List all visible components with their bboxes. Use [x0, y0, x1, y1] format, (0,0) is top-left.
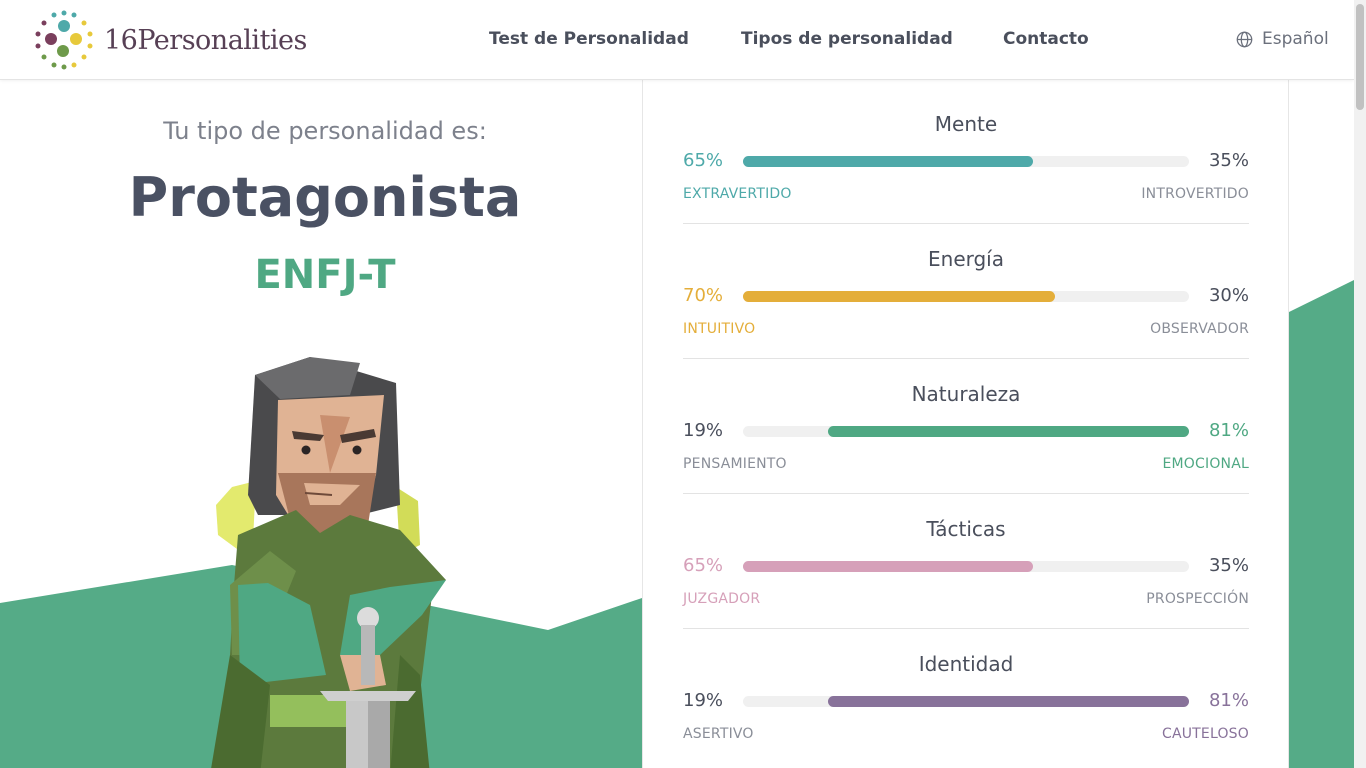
- trait-bar: [743, 156, 1189, 167]
- trait-right-percent: 81%: [1208, 690, 1249, 711]
- trait-left-label: INTUITIVO: [683, 321, 756, 337]
- trait-bar-fill: [743, 561, 1033, 572]
- trait-title: Energía: [928, 247, 1004, 271]
- logo-dots-icon: [35, 10, 93, 70]
- result-section: Tu tipo de personalidad es: Protagonista…: [0, 80, 642, 768]
- trait-nature: Naturaleza 19% 81% PENSAMIENTO EMOCIONAL: [683, 350, 1249, 494]
- trait-bar: [743, 696, 1189, 707]
- trait-mind: Mente 65% 35% EXTRAVERTIDO INTROVERTIDO: [683, 80, 1249, 224]
- result-subtitle: Tu tipo de personalidad es:: [163, 117, 487, 145]
- personality-type-code: ENFJ-T: [254, 252, 396, 298]
- trait-title: Identidad: [918, 652, 1014, 676]
- trait-left-percent: 65%: [683, 150, 724, 171]
- trait-bar: [743, 291, 1189, 302]
- trait-right-percent: 30%: [1208, 285, 1249, 306]
- trait-right-label: PROSPECCIÓN: [1146, 591, 1249, 607]
- protagonist-avatar: [211, 357, 446, 768]
- trait-left-label: JUZGADOR: [683, 591, 761, 607]
- trait-tactics: Tácticas 65% 35% JUZGADOR PROSPECCIÓN: [683, 485, 1249, 629]
- trait-bar: [743, 561, 1189, 572]
- nav-contact[interactable]: Contacto: [1003, 29, 1089, 49]
- trait-identity: Identidad 19% 81% ASERTIVO CAUTELOSO: [683, 620, 1249, 755]
- trait-right-label: INTROVERTIDO: [1141, 186, 1249, 202]
- trait-bar-fill: [743, 291, 1056, 302]
- globe-icon: [1236, 31, 1253, 47]
- trait-right-label: CAUTELOSO: [1161, 726, 1249, 742]
- trait-bar-fill: [743, 156, 1033, 167]
- trait-title: Naturaleza: [911, 382, 1021, 406]
- trait-right-percent: 35%: [1208, 150, 1249, 171]
- nav-personality-test[interactable]: Test de Personalidad: [489, 29, 689, 49]
- trait-right-percent: 81%: [1208, 420, 1249, 441]
- scrollbar-thumb[interactable]: [1356, 4, 1364, 110]
- trait-title: Tácticas: [926, 517, 1006, 541]
- trait-left-label: PENSAMIENTO: [683, 456, 787, 472]
- trait-left-label: ASERTIVO: [683, 726, 754, 742]
- trait-bar-fill: [827, 696, 1189, 707]
- language-label: Español: [1262, 29, 1329, 49]
- trait-right-label: OBSERVADOR: [1150, 321, 1249, 337]
- brand-name: 16Personalities: [104, 24, 307, 56]
- site-header: 16Personalities Test de Personalidad Tip…: [0, 0, 1354, 80]
- traits-panel: Mente 65% 35% EXTRAVERTIDO INTROVERTIDO …: [642, 80, 1289, 768]
- trait-left-label: EXTRAVERTIDO: [683, 186, 792, 202]
- trait-energy: Energía 70% 30% INTUITIVO OBSERVADOR: [683, 215, 1249, 359]
- trait-left-percent: 19%: [683, 690, 724, 711]
- nav-personality-types[interactable]: Tipos de personalidad: [741, 29, 953, 49]
- trait-bar-fill: [827, 426, 1189, 437]
- personality-type-name: Protagonista: [128, 166, 522, 229]
- trait-right-percent: 35%: [1208, 555, 1249, 576]
- trait-left-percent: 65%: [683, 555, 724, 576]
- page-scrollbar[interactable]: [1354, 0, 1366, 768]
- trait-left-percent: 70%: [683, 285, 724, 306]
- brand-logo[interactable]: 16Personalities: [32, 9, 307, 71]
- trait-bar: [743, 426, 1189, 437]
- trait-left-percent: 19%: [683, 420, 724, 441]
- trait-right-label: EMOCIONAL: [1162, 456, 1249, 472]
- trait-title: Mente: [934, 112, 998, 136]
- language-selector[interactable]: Español: [1236, 29, 1329, 49]
